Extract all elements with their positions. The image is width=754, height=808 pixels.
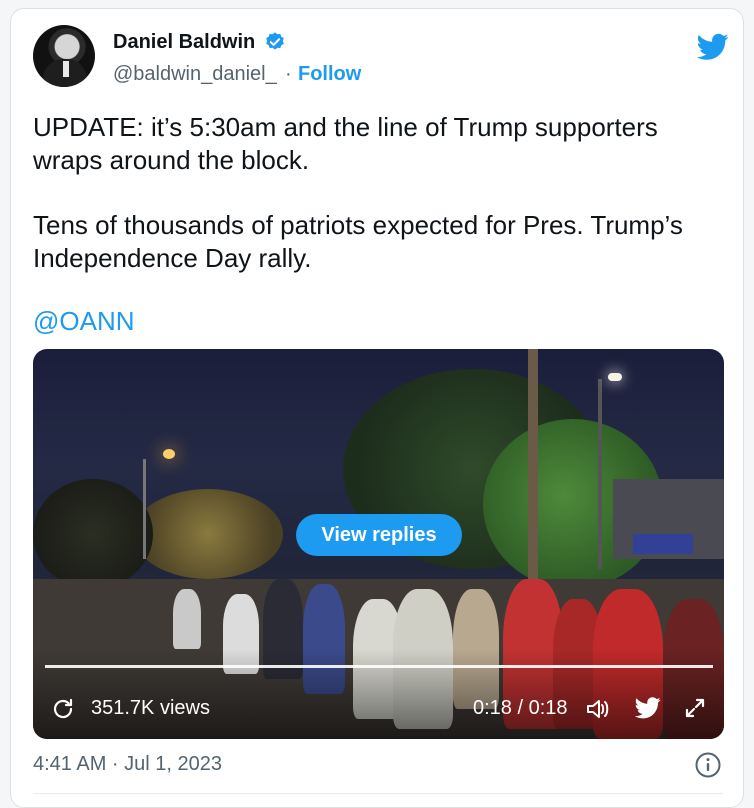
twitter-bird-icon[interactable] — [697, 33, 729, 61]
verified-badge-icon — [266, 32, 284, 50]
divider — [33, 793, 723, 794]
tweet-paragraph-1: UPDATE: it’s 5:30am and the line of Trum… — [33, 112, 658, 175]
tweet-text: UPDATE: it’s 5:30am and the line of Trum… — [33, 111, 723, 177]
tweet-timestamp[interactable]: 4:41 AM · Jul 1, 2023 — [33, 753, 222, 776]
volume-icon[interactable] — [585, 696, 611, 722]
avatar[interactable] — [33, 25, 95, 87]
view-count: 351.7K views — [91, 697, 210, 719]
author-name[interactable]: Daniel Baldwin — [113, 31, 255, 54]
replay-icon[interactable] — [51, 697, 75, 721]
mention-link[interactable]: @OANN — [33, 306, 135, 337]
video-progress-bar[interactable] — [45, 665, 713, 668]
video-time: 0:18 / 0:18 — [473, 697, 568, 719]
info-icon[interactable] — [694, 751, 722, 779]
video-player[interactable]: View replies 351.7K views 0:18 / 0:18 — [33, 349, 724, 739]
expand-icon[interactable] — [683, 696, 707, 720]
twitter-bird-icon[interactable] — [635, 697, 661, 719]
author-handle[interactable]: @baldwin_daniel_ — [113, 63, 277, 86]
follow-button[interactable]: Follow — [298, 63, 361, 86]
tweet-card: Daniel Baldwin @baldwin_daniel_ · Follow… — [10, 8, 744, 808]
tweet-paragraph-2: Tens of thousands of patriots expected f… — [33, 210, 683, 273]
view-replies-button[interactable]: View replies — [296, 514, 462, 556]
separator-dot: · — [285, 63, 292, 85]
